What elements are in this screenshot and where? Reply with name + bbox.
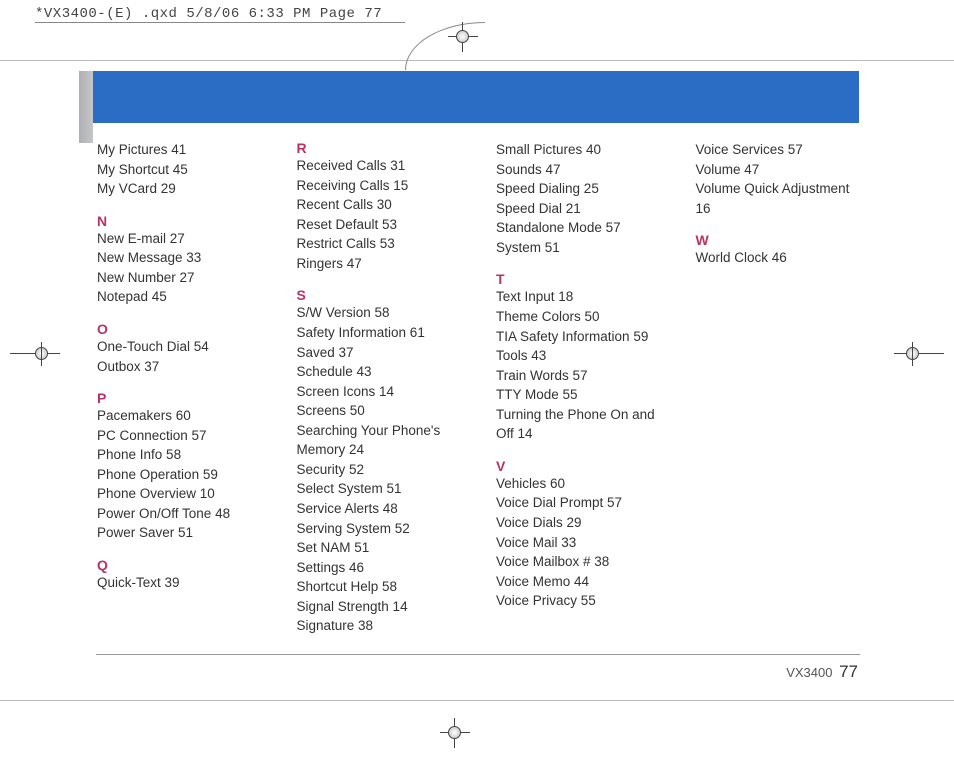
index-letter-s: S [297,287,469,303]
index-entry: My Shortcut 45 [97,160,269,180]
index-entry: Shortcut Help 58 [297,577,469,597]
index-entry: New Message 33 [97,248,269,268]
index-entry: Speed Dial 21 [496,199,668,219]
index-entry: Pacemakers 60 [97,406,269,426]
header-banner [93,71,859,123]
index-entry: Receiving Calls 15 [297,176,469,196]
index-entry: Searching Your Phone's Memory 24 [297,421,469,460]
registration-mark-bottom-icon [444,722,466,744]
index-entry: S/W Version 58 [297,303,469,323]
index-entry: Voice Mailbox # 38 [496,552,668,572]
index-entry: Recent Calls 30 [297,195,469,215]
index-content: My Pictures 41My Shortcut 45My VCard 29 N… [97,140,867,636]
index-letter-p: P [97,390,269,406]
index-letter-n: N [97,213,269,229]
index-letter-r: R [297,140,469,156]
index-entry: Select System 51 [297,479,469,499]
index-entry: Signal Strength 14 [297,597,469,617]
index-entry: Safety Information 61 [297,323,469,343]
index-entry: Notepad 45 [97,287,269,307]
index-entry: Voice Services 57 [696,140,868,160]
index-letter-v: V [496,458,668,474]
index-entry: Power Saver 51 [97,523,269,543]
index-letter-w: W [696,232,868,248]
index-entry: Voice Dials 29 [496,513,668,533]
index-entry: Sounds 47 [496,160,668,180]
index-entry: Text Input 18 [496,287,668,307]
index-entry: Schedule 43 [297,362,469,382]
quark-header-annotation: *VX3400-(E) .qxd 5/8/06 6:33 PM Page 77 [35,6,382,22]
index-entry: Train Words 57 [496,366,668,386]
index-entry: Received Calls 31 [297,156,469,176]
index-entry: New E-mail 27 [97,229,269,249]
index-entry: Quick-Text 39 [97,573,269,593]
index-entry: TTY Mode 55 [496,385,668,405]
index-entry: Outbox 37 [97,357,269,377]
registration-mark-left-icon [10,342,60,366]
index-letter-o: O [97,321,269,337]
footer-model: VX3400 [786,665,832,680]
index-column-2: RReceived Calls 31Receiving Calls 15Rece… [297,140,469,636]
index-entry: Serving System 52 [297,519,469,539]
index-entry: Voice Memo 44 [496,572,668,592]
index-entry: Voice Mail 33 [496,533,668,553]
index-entry: Voice Dial Prompt 57 [496,493,668,513]
index-entry: Phone Info 58 [97,445,269,465]
index-entry: System 51 [496,238,668,258]
header-underline [35,22,405,23]
page-footer: VX3400 77 [786,662,858,682]
index-entry: Tools 43 [496,346,668,366]
index-entry: TIA Safety Information 59 [496,327,668,347]
index-entry: Volume 47 [696,160,868,180]
trim-line-bottom [0,700,954,701]
index-entry: Speed Dialing 25 [496,179,668,199]
index-entry: Restrict Calls 53 [297,234,469,254]
footer-divider [96,654,860,655]
index-entry: Theme Colors 50 [496,307,668,327]
index-entry: My VCard 29 [97,179,269,199]
index-entry: Reset Default 53 [297,215,469,235]
index-letter-q: Q [97,557,269,573]
index-entry: Ringers 47 [297,254,469,274]
index-entry: Turning the Phone On and Off 14 [496,405,668,444]
index-letter-t: T [496,271,668,287]
registration-mark-right-icon [894,342,944,366]
index-entry: Vehicles 60 [496,474,668,494]
index-entry: Phone Operation 59 [97,465,269,485]
index-entry: Security 52 [297,460,469,480]
index-entry: World Clock 46 [696,248,868,268]
index-entry: Small Pictures 40 [496,140,668,160]
index-entry: One-Touch Dial 54 [97,337,269,357]
index-column-1: My Pictures 41My Shortcut 45My VCard 29 N… [97,140,269,636]
index-entry: PC Connection 57 [97,426,269,446]
index-entry: Volume Quick Adjustment 16 [696,179,868,218]
index-entry: Standalone Mode 57 [496,218,668,238]
page-tab [79,71,93,143]
index-entry: Screen Icons 14 [297,382,469,402]
footer-page-number: 77 [839,662,858,681]
index-column-4: Voice Services 57Volume 47Volume Quick A… [696,140,868,636]
index-entry: Voice Privacy 55 [496,591,668,611]
index-entry: Service Alerts 48 [297,499,469,519]
index-entry: Settings 46 [297,558,469,578]
index-entry: Power On/Off Tone 48 [97,504,269,524]
registration-mark-top-icon [452,26,474,48]
index-column-3: Small Pictures 40Sounds 47Speed Dialing … [496,140,668,636]
index-entry: Screens 50 [297,401,469,421]
index-entry: Phone Overview 10 [97,484,269,504]
index-entry: Signature 38 [297,616,469,636]
index-entry: Saved 37 [297,343,469,363]
index-entry: New Number 27 [97,268,269,288]
index-entry: My Pictures 41 [97,140,269,160]
index-entry: Set NAM 51 [297,538,469,558]
